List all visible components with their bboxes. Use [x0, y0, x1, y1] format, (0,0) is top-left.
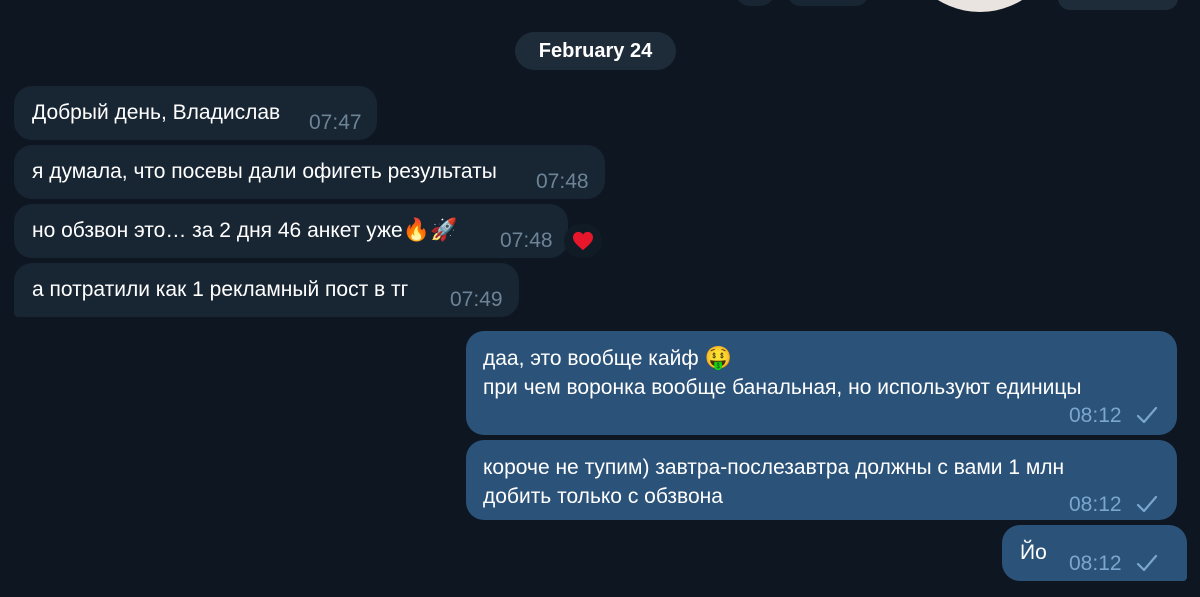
heart-icon	[573, 231, 593, 251]
message-text: а потратили как 1 рекламный пост в тг	[32, 278, 409, 301]
outgoing-message[interactable]: даа, это вообще кайф 🤑 при чем воронка в…	[466, 331, 1177, 435]
check-icon	[1136, 406, 1158, 424]
incoming-message[interactable]: а потратили как 1 рекламный пост в тг 07…	[14, 263, 519, 317]
cropped-bubble	[788, 0, 868, 6]
cropped-time-badge	[1058, 0, 1178, 10]
message-text-content: даа, это вообще кайф	[483, 347, 699, 370]
message-text: Йо	[1020, 541, 1047, 564]
incoming-message[interactable]: но обзвон это… за 2 дня 46 анкет уже🔥🚀 0…	[14, 204, 568, 258]
message-time: 08:12	[1069, 552, 1122, 575]
date-separator: February 24	[515, 32, 676, 70]
message-text-line: добить только с обзвона	[483, 485, 723, 508]
incoming-message[interactable]: я думала, что посевы дали офигеть резуль…	[14, 145, 605, 199]
check-icon	[1136, 495, 1158, 513]
message-text-line: даа, это вообще кайф 🤑	[483, 344, 732, 373]
message-time: 07:49	[450, 288, 503, 311]
cropped-image[interactable]	[900, 0, 1060, 12]
chat-view: February 24 Добрый день, Владислав 07:47…	[0, 0, 1200, 597]
money-face-emoji: 🤑	[704, 345, 732, 370]
message-time: 07:47	[309, 111, 362, 134]
message-text: Добрый день, Владислав	[32, 101, 281, 124]
message-text: я думала, что посевы дали офигеть резуль…	[32, 160, 497, 183]
message-text: но обзвон это… за 2 дня 46 анкет уже🔥🚀	[32, 216, 457, 245]
cropped-bubble	[735, 0, 775, 6]
check-icon	[1136, 554, 1158, 572]
heart-reaction[interactable]	[564, 224, 602, 258]
incoming-message[interactable]: Добрый день, Владислав 07:47	[14, 86, 377, 140]
message-text-line: короче не тупим) завтра-послезавтра долж…	[483, 456, 1065, 479]
message-time: 08:12	[1069, 493, 1122, 516]
message-time: 07:48	[536, 170, 589, 193]
message-text-line: при чем воронка вообще банальная, но исп…	[483, 376, 1082, 399]
message-time: 07:48	[500, 229, 553, 252]
fire-rocket-emoji: 🔥🚀	[402, 217, 458, 242]
outgoing-message[interactable]: короче не тупим) завтра-послезавтра долж…	[466, 440, 1177, 520]
message-time: 08:12	[1069, 404, 1122, 427]
outgoing-message[interactable]: Йо 08:12	[1002, 525, 1187, 581]
message-text-content: но обзвон это… за 2 дня 46 анкет уже	[32, 219, 403, 242]
